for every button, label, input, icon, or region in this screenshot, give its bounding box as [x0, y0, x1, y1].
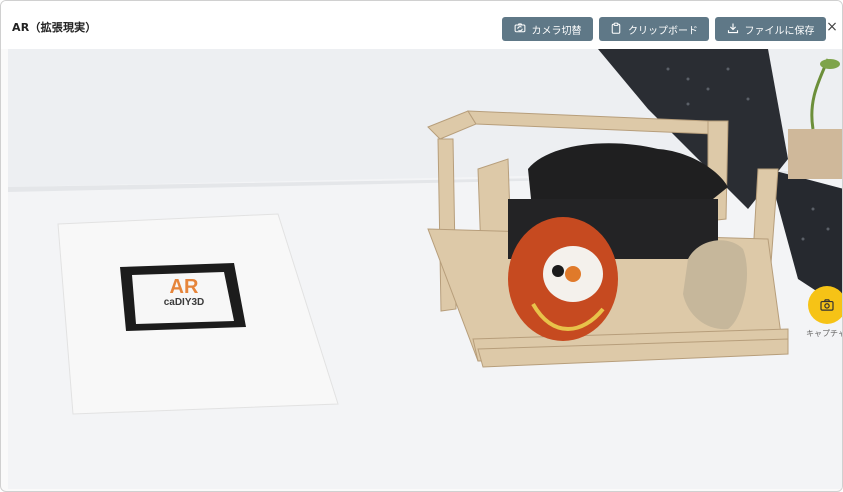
save-to-file-label: ファイルに保存 — [744, 25, 815, 37]
capture-button[interactable] — [808, 286, 842, 324]
window-title: AR（拡張現実） — [12, 21, 97, 34]
marker-line1: AR — [169, 276, 199, 298]
title-bar: AR（拡張現実） カメラ切替 クリップボード ファイルに保存 × — [1, 1, 842, 49]
clipboard-icon — [610, 22, 622, 37]
camera-switch-label: カメラ切替 — [531, 25, 582, 37]
camera-switch-icon — [514, 22, 526, 37]
ar-marker-text: AR caDIY3D — [136, 277, 232, 309]
capture-label: キャプチャ — [806, 329, 843, 338]
camera-view: AR caDIY3D キャプチャ — [8, 49, 843, 489]
clipboard-button[interactable]: クリップボード — [599, 17, 709, 41]
camera-switch-button[interactable]: カメラ切替 — [502, 17, 593, 41]
clipboard-label: クリップボード — [628, 25, 698, 37]
download-icon — [727, 22, 739, 37]
close-button[interactable]: × — [825, 19, 839, 35]
save-to-file-button[interactable]: ファイルに保存 — [715, 17, 826, 41]
camera-icon — [820, 296, 834, 315]
marker-line2: caDIY3D — [163, 297, 205, 308]
ar-window: AR（拡張現実） カメラ切替 クリップボード ファイルに保存 × AR caDI… — [0, 0, 843, 492]
camera-feed-image — [8, 49, 842, 489]
